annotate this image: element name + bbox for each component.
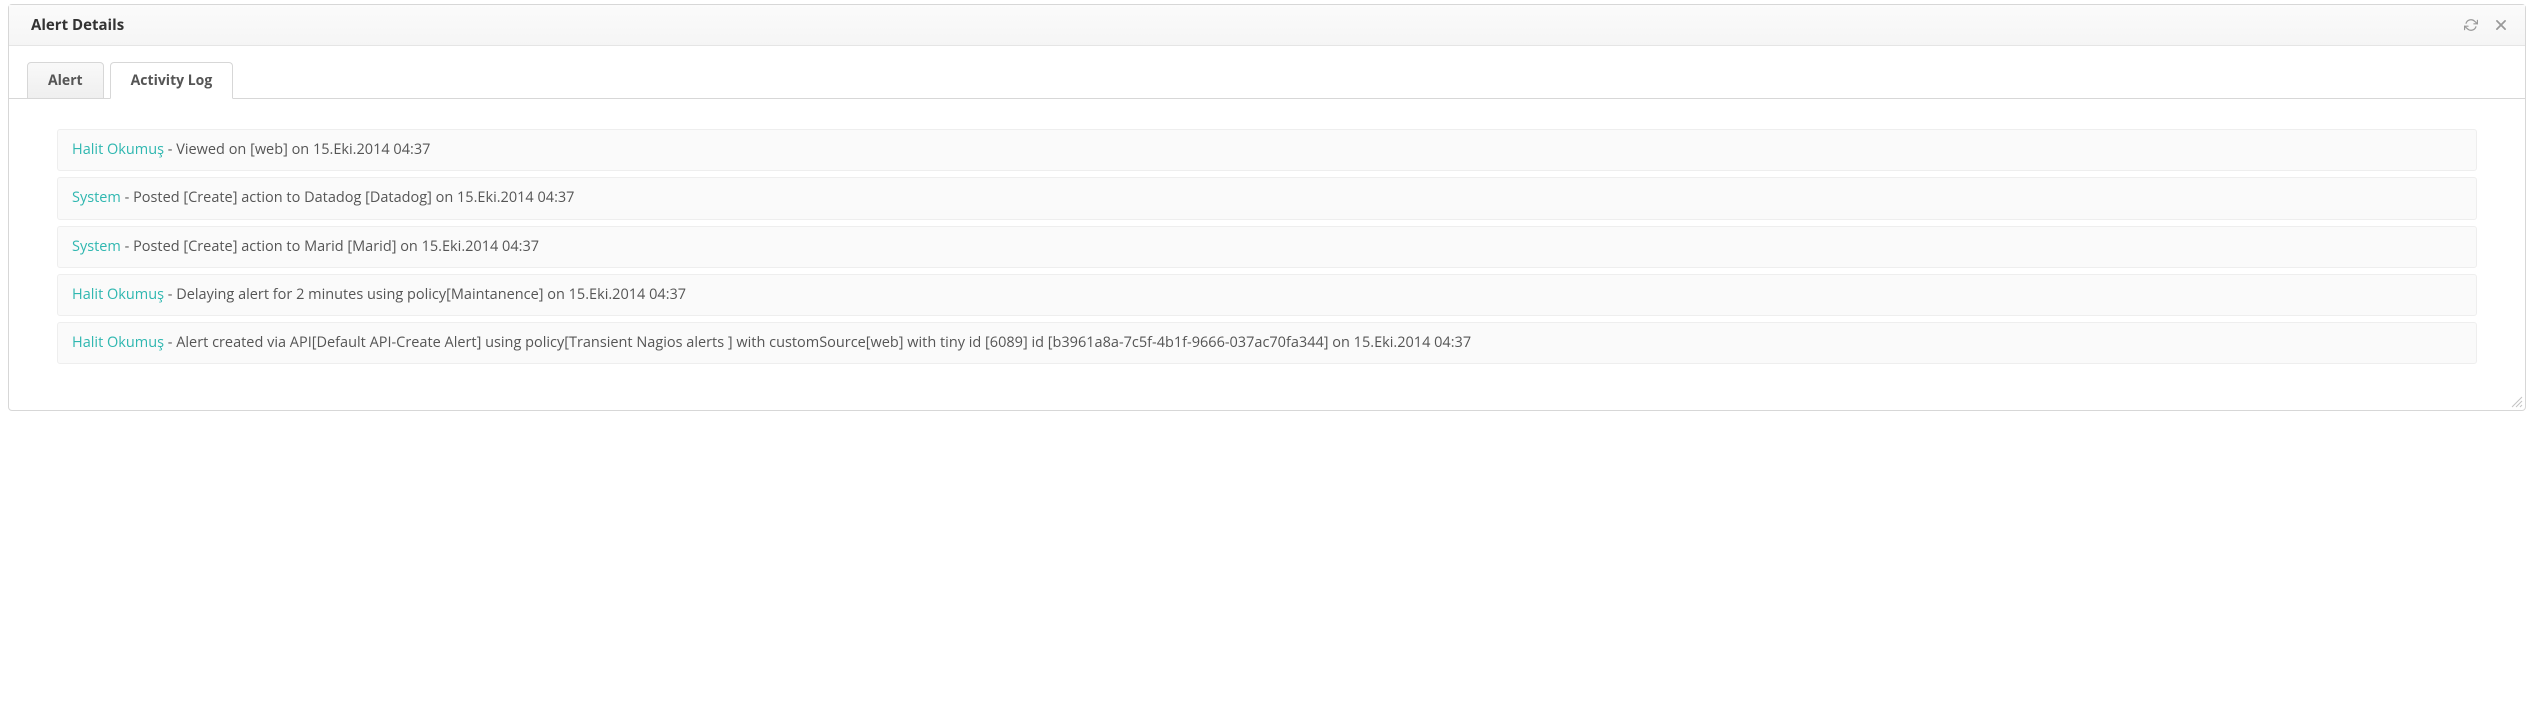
tab-activity-log[interactable]: Activity Log — [110, 62, 234, 99]
log-message: - Posted [Create] action to Marid [Marid… — [121, 237, 539, 256]
list-item: Halit Okumuş - Alert created via API[Def… — [57, 322, 2477, 364]
actor-link[interactable]: System — [72, 237, 121, 256]
activity-log-list: Halit Okumuş - Viewed on [web] on 15.Eki… — [9, 99, 2525, 410]
tab-alert[interactable]: Alert — [27, 62, 104, 99]
resize-grip-icon[interactable] — [2509, 394, 2523, 408]
log-message: - Delaying alert for 2 minutes using pol… — [164, 285, 686, 304]
panel-title: Alert Details — [31, 15, 124, 35]
log-message: - Posted [Create] action to Datadog [Dat… — [121, 188, 575, 207]
log-message: - Viewed on [web] on 15.Eki.2014 04:37 — [164, 140, 430, 159]
tabs-underline — [9, 98, 2525, 99]
panel-actions — [2463, 17, 2509, 33]
list-item: System - Posted [Create] action to Marid… — [57, 226, 2477, 268]
alert-details-panel: Alert Details Alert Activity Log Halit O… — [8, 4, 2526, 411]
log-message: - Alert created via API[Default API-Crea… — [164, 333, 1471, 352]
actor-link[interactable]: System — [72, 188, 121, 207]
panel-header: Alert Details — [9, 5, 2525, 46]
actor-link[interactable]: Halit Okumuş — [72, 333, 164, 352]
refresh-icon[interactable] — [2463, 17, 2479, 33]
list-item: Halit Okumuş - Viewed on [web] on 15.Eki… — [57, 129, 2477, 171]
actor-link[interactable]: Halit Okumuş — [72, 285, 164, 304]
actor-link[interactable]: Halit Okumuş — [72, 140, 164, 159]
tabs: Alert Activity Log — [9, 46, 2525, 99]
list-item: System - Posted [Create] action to Datad… — [57, 177, 2477, 219]
close-icon[interactable] — [2493, 17, 2509, 33]
list-item: Halit Okumuş - Delaying alert for 2 minu… — [57, 274, 2477, 316]
